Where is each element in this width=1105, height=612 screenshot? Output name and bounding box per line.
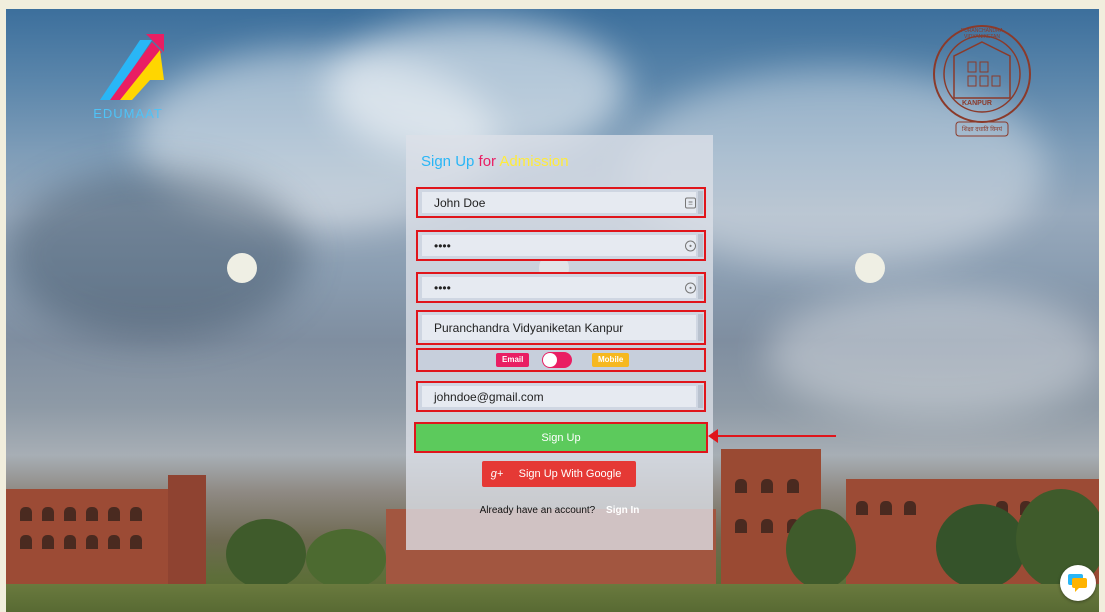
google-signup-label: Sign Up With Google xyxy=(518,468,622,480)
carousel-dot[interactable] xyxy=(855,253,885,283)
school-input[interactable]: Puranchandra Vidyaniketan Kanpur xyxy=(422,315,696,340)
tree xyxy=(786,509,856,589)
chat-button[interactable] xyxy=(1060,565,1096,601)
edumaat-logo: EDUMAAT xyxy=(80,30,176,126)
building-tower xyxy=(168,475,206,589)
confirm-password-field[interactable]: •••• • xyxy=(416,272,706,303)
field-edge xyxy=(698,234,703,257)
edumaat-arrows-icon xyxy=(100,34,164,100)
account-prompt-text: Already have an account? xyxy=(479,505,596,516)
key-icon: • xyxy=(685,240,696,251)
email-option-label[interactable]: Email xyxy=(496,353,530,367)
school-seal-logo: KANPUR PURANCHANDRA VIDYANIKETAN शिक्षा … xyxy=(928,22,1036,142)
tree xyxy=(936,504,1026,589)
signup-button[interactable]: Sign Up xyxy=(414,422,708,453)
key-icon: • xyxy=(685,282,696,293)
field-edge xyxy=(698,385,703,408)
google-plus-icon: g+ xyxy=(490,468,504,480)
chat-bubble-icon xyxy=(1068,574,1087,592)
password-field[interactable]: •••• • xyxy=(416,230,706,261)
ground xyxy=(6,584,1099,612)
form-title: Sign Up for Admission xyxy=(421,153,569,170)
form-title-part2: for xyxy=(478,153,497,170)
tree xyxy=(306,529,386,589)
toggle-knob xyxy=(543,353,557,367)
name-input[interactable]: John Doe xyxy=(422,192,696,213)
name-field[interactable]: John Doe ≡ xyxy=(416,187,706,218)
email-input[interactable]: johndoe@gmail.com xyxy=(422,386,696,407)
signin-link[interactable]: Sign In xyxy=(606,505,639,516)
google-signup-button[interactable]: g+ Sign Up With Google xyxy=(482,461,636,487)
seal-ring-text: PURANCHANDRA VIDYANIKETAN xyxy=(960,28,1004,40)
seal-label: KANPUR xyxy=(962,100,992,107)
contact-card-icon: ≡ xyxy=(685,197,696,208)
signin-prompt: Already have an account? Sign In xyxy=(406,505,713,516)
password-input[interactable]: •••• xyxy=(422,235,696,256)
field-edge xyxy=(698,276,703,299)
field-edge xyxy=(698,191,703,214)
cloud xyxy=(6,169,306,339)
carousel-dot[interactable] xyxy=(227,253,257,283)
form-title-part3: Admission xyxy=(499,153,569,170)
field-edge xyxy=(698,314,703,341)
edumaat-logo-text: EDUMAAT xyxy=(93,106,163,121)
contact-method-toggle-row: Email Mobile xyxy=(416,348,706,372)
confirm-password-input[interactable]: •••• xyxy=(422,277,696,298)
school-field[interactable]: Puranchandra Vidyaniketan Kanpur xyxy=(416,310,706,345)
signup-card: Sign Up for Admission John Doe ≡ •••• • … xyxy=(406,135,713,550)
cloud xyxy=(766,289,1099,419)
mobile-option-label[interactable]: Mobile xyxy=(592,353,630,367)
form-title-part1: Sign Up xyxy=(421,153,475,170)
email-field[interactable]: johndoe@gmail.com xyxy=(416,381,706,412)
annotation-arrow xyxy=(708,429,836,443)
tree xyxy=(226,519,306,589)
contact-method-toggle[interactable] xyxy=(542,352,572,368)
seal-motto: शिक्षा दधाति विनयं xyxy=(962,127,1002,133)
